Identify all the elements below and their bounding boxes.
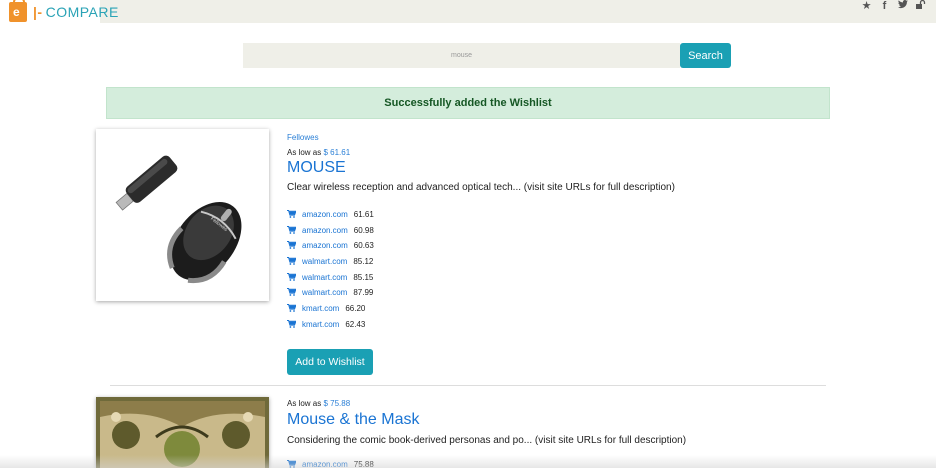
- cart-icon: [287, 210, 297, 218]
- divider: [110, 385, 826, 386]
- as-low-as-label: As low as: [287, 148, 322, 157]
- offer-store-link[interactable]: amazon.com: [302, 241, 348, 251]
- offer-store-link[interactable]: amazon.com: [302, 210, 348, 220]
- logo[interactable]: e |- COMPARE: [9, 0, 119, 22]
- offer-item: walmart.com 87.99: [287, 288, 887, 304]
- cart-icon: [287, 319, 297, 328]
- offer-store-link[interactable]: walmart.com: [302, 288, 347, 298]
- cart-icon: [287, 225, 297, 234]
- lowest-price[interactable]: $ 61.61: [323, 148, 350, 157]
- offer-store-link[interactable]: kmart.com: [302, 304, 339, 314]
- offer-list: amazon.com 61.61 amazon.com 60.98 amazon.c…: [287, 210, 887, 336]
- offer-price: 75.88: [353, 460, 374, 468]
- product-description: Clear wireless reception and advanced op…: [287, 182, 675, 193]
- offer-store-link[interactable]: kmart.com: [302, 320, 339, 330]
- twitter-icon[interactable]: [897, 0, 908, 12]
- shopping-bag-icon: e: [9, 0, 27, 22]
- cart-icon: [287, 304, 297, 313]
- offer-item: amazon.com 60.98: [287, 225, 887, 242]
- product-image[interactable]: [96, 397, 269, 468]
- success-alert: Successfully added the Wishlist: [106, 87, 830, 119]
- offer-store-link[interactable]: walmart.com: [302, 273, 347, 283]
- offer-price: 62.43: [345, 319, 366, 329]
- offer-item: amazon.com 60.63: [287, 241, 887, 257]
- star-icon[interactable]: ★: [861, 0, 872, 12]
- product-title[interactable]: Mouse & the Mask: [287, 411, 887, 429]
- product-card: As low as $ 75.88 Mouse & the Mask Consi…: [287, 399, 887, 468]
- offer-price: 61.61: [353, 210, 374, 219]
- offer-item: walmart.com 85.12: [287, 257, 887, 273]
- offer-price: 85.15: [353, 272, 374, 282]
- top-bar-background: [100, 0, 936, 23]
- logo-text: |- COMPARE: [33, 4, 119, 20]
- offer-item: amazon.com 61.61: [287, 210, 887, 226]
- top-bar: e |- COMPARE ★ f: [0, 0, 936, 23]
- offer-store-link[interactable]: amazon.com: [302, 460, 348, 468]
- offer-item: amazon.com 75.88: [287, 460, 887, 468]
- product-card: Fellowes As low as $ 61.61 MOUSE Clear w…: [287, 133, 887, 336]
- as-low-as-label: As low as: [287, 399, 322, 408]
- offer-item: walmart.com 85.15: [287, 272, 887, 289]
- logo-letter: e: [13, 5, 20, 19]
- cart-icon: [287, 257, 297, 265]
- cart-icon: [287, 460, 297, 468]
- add-to-wishlist-button[interactable]: Add to Wishlist: [287, 349, 373, 375]
- offer-store-link[interactable]: walmart.com: [302, 257, 347, 267]
- wireless-mouse-image: Fellowes: [115, 155, 242, 284]
- offer-price: 66.20: [345, 304, 366, 314]
- facebook-icon[interactable]: f: [879, 0, 890, 12]
- offer-price: 60.98: [353, 225, 374, 235]
- cart-icon: [287, 241, 297, 250]
- cart-icon: [287, 272, 297, 281]
- search-bar: Search: [243, 43, 731, 68]
- offer-price: 85.12: [353, 257, 374, 267]
- product-title[interactable]: MOUSE: [287, 159, 887, 177]
- movie-cover-image: [96, 397, 269, 468]
- offer-price: 60.63: [353, 241, 374, 251]
- lowest-price[interactable]: $ 75.88: [323, 399, 350, 408]
- product-brand[interactable]: Fellowes: [287, 133, 887, 142]
- product-description: Considering the comic book-derived perso…: [287, 435, 687, 446]
- product-image[interactable]: Fellowes: [96, 129, 269, 301]
- unlock-icon[interactable]: [915, 0, 926, 12]
- as-low-as: As low as $ 61.61: [287, 148, 887, 157]
- header-icons: ★ f: [861, 0, 926, 12]
- offer-item: kmart.com 62.43: [287, 319, 887, 336]
- search-button[interactable]: Search: [680, 43, 731, 68]
- logo-separator: |-: [33, 4, 43, 20]
- cart-icon: [287, 288, 297, 297]
- offer-price: 87.99: [353, 288, 374, 298]
- as-low-as: As low as $ 75.88: [287, 399, 887, 408]
- search-input[interactable]: [243, 43, 680, 68]
- logo-name: COMPARE: [45, 4, 119, 20]
- offer-list: amazon.com 75.88: [287, 460, 887, 468]
- offer-store-link[interactable]: amazon.com: [302, 226, 348, 236]
- offer-item: kmart.com 66.20: [287, 304, 887, 320]
